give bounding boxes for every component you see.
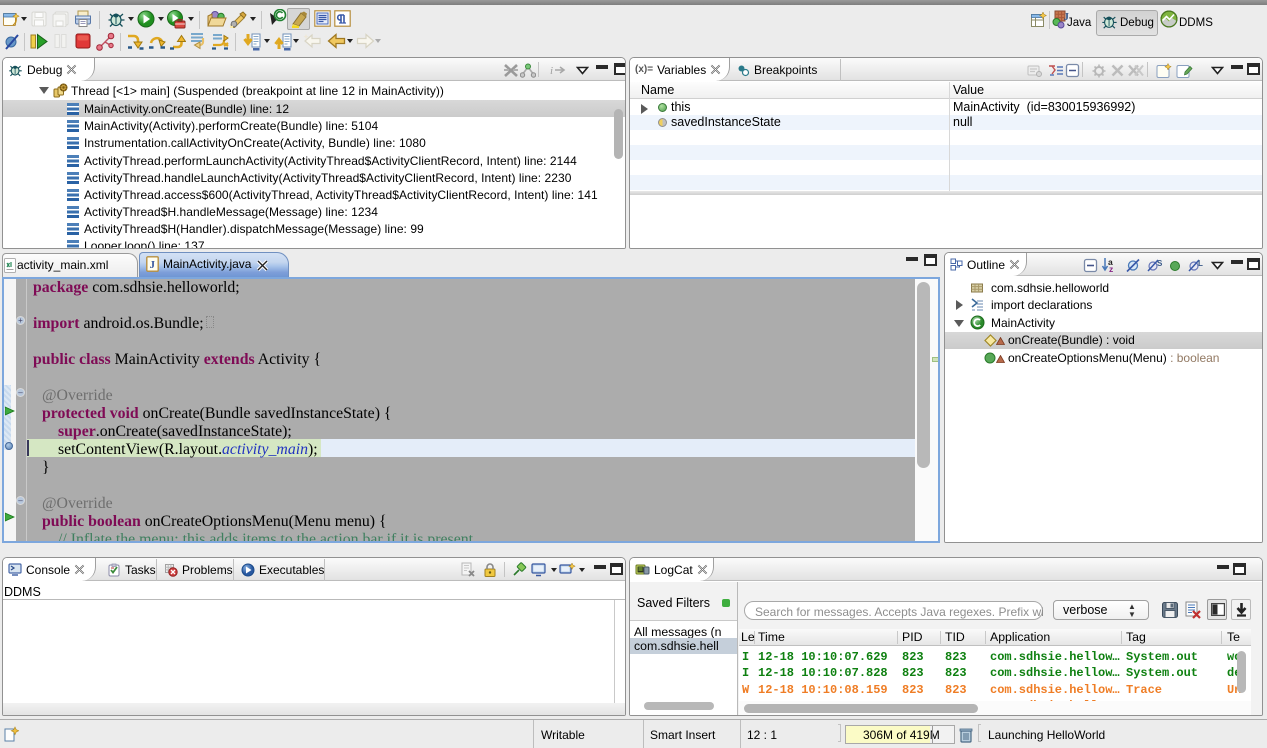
svg-text:i: i <box>550 65 553 77</box>
svg-text:S: S <box>1157 259 1163 268</box>
svg-text:J: J <box>150 259 156 271</box>
svg-text:L: L <box>1198 259 1203 268</box>
svg-text:z: z <box>1109 264 1113 273</box>
